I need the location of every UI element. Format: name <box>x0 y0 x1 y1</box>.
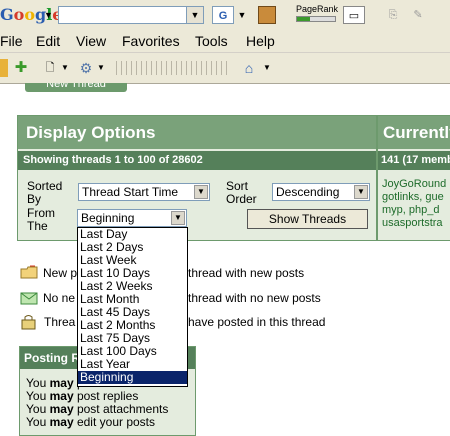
legend-no-new-text: thread with no new posts <box>188 291 321 305</box>
rule-item: You may edit your posts <box>26 415 155 429</box>
display-options-title: Display Options <box>18 116 376 149</box>
menu-edit[interactable]: Edit <box>36 33 60 49</box>
from-the-value: Beginning <box>81 211 135 225</box>
menu-help[interactable]: Help <box>246 33 275 49</box>
menu-bar: File Edit View Favorites Tools Help <box>0 30 450 53</box>
google-toolbar: Google ▼ ▼ G ▼ PageRank ▭ ⎘ ✎ <box>0 0 450 31</box>
menu-favorites[interactable]: Favorites <box>122 33 180 49</box>
toolbar-grip[interactable] <box>116 61 228 75</box>
pencil-icon[interactable]: ✎ <box>410 6 426 24</box>
sort-order-label: Sort Order <box>226 179 257 206</box>
home-dropdown-icon[interactable]: ▼ <box>262 59 272 77</box>
search-options-dropdown-icon[interactable]: ▼ <box>236 6 248 24</box>
google-search-input[interactable] <box>58 6 188 24</box>
page-dropdown-icon[interactable]: ▼ <box>60 59 70 77</box>
active-user-link[interactable]: JoyGoRound <box>382 178 446 191</box>
active-user-link[interactable]: gotlinks, gue <box>382 191 446 204</box>
show-threads-button[interactable]: Show Threads <box>247 209 368 229</box>
sorted-by-label: Sorted By <box>27 179 63 206</box>
legend-new-posts-prefix: New p <box>43 266 78 280</box>
legend-new-posts-text: thread with new posts <box>188 266 305 280</box>
folder-lock-icon <box>20 314 38 330</box>
new-thread-button[interactable]: New Thread <box>25 83 127 92</box>
active-user-link[interactable]: myp, php_d <box>382 204 446 217</box>
gear-dropdown-icon[interactable]: ▼ <box>96 59 106 77</box>
folder-no-new-icon <box>20 291 38 305</box>
chevron-down-icon[interactable]: ▼ <box>171 211 185 225</box>
home-icon[interactable]: ⌂ <box>240 59 258 77</box>
highlight-icon[interactable]: ⎘ <box>385 6 401 24</box>
search-dropdown-icon[interactable]: ▼ <box>186 6 204 24</box>
chevron-down-icon[interactable]: ▼ <box>354 185 368 199</box>
legend-no-new-prefix: No ne <box>43 291 76 305</box>
legend-posted-text: have posted in this thread <box>188 315 326 329</box>
pagerank-label: PageRank <box>296 4 339 14</box>
legend-posted-prefix: Threa <box>44 315 76 329</box>
add-favorite-icon[interactable]: ✚ <box>12 59 30 77</box>
from-the-dropdown-list[interactable]: Last Day Last 2 Days Last Week Last 10 D… <box>77 227 188 387</box>
currently-active-count: 141 (17 members <box>378 151 450 170</box>
page-icon[interactable]: 🗋 <box>42 59 58 77</box>
image-search-icon[interactable] <box>258 6 276 24</box>
threads-count-text: Showing threads 1 to 100 of 28602 <box>18 151 376 170</box>
dropdown-option-selected[interactable]: Beginning <box>78 371 187 384</box>
currently-active-title: Currently <box>378 116 450 149</box>
logo-dropdown-icon[interactable]: ▼ <box>44 10 53 20</box>
sort-order-value: Descending <box>276 185 340 199</box>
star-icon[interactable] <box>0 59 8 77</box>
menu-tools[interactable]: Tools <box>195 33 228 49</box>
from-the-select[interactable]: Beginning ▼ <box>77 209 187 227</box>
currently-active-panel: Currently 141 (17 members JoyGoRound got… <box>377 115 450 241</box>
page-info-icon[interactable]: ▭ <box>343 6 365 24</box>
pagerank-bar <box>296 16 336 22</box>
sorted-by-select[interactable]: Thread Start Time ▼ <box>78 183 210 201</box>
sorted-by-value: Thread Start Time <box>82 185 179 199</box>
chevron-down-icon[interactable]: ▼ <box>194 185 208 199</box>
links-toolbar: ✚ 🗋 ▼ ⚙ ▼ ⌂ ▼ <box>0 53 450 84</box>
google-logo[interactable]: Google <box>0 5 62 24</box>
gear-icon[interactable]: ⚙ <box>78 59 94 77</box>
google-search-button[interactable]: G <box>212 6 234 24</box>
menu-file[interactable]: File <box>0 33 23 49</box>
active-user-link[interactable]: usasportstra <box>382 217 446 230</box>
from-the-label: From The <box>27 206 55 233</box>
menu-view[interactable]: View <box>76 33 106 49</box>
folder-new-icon <box>20 265 38 279</box>
sort-order-select[interactable]: Descending ▼ <box>272 183 370 201</box>
